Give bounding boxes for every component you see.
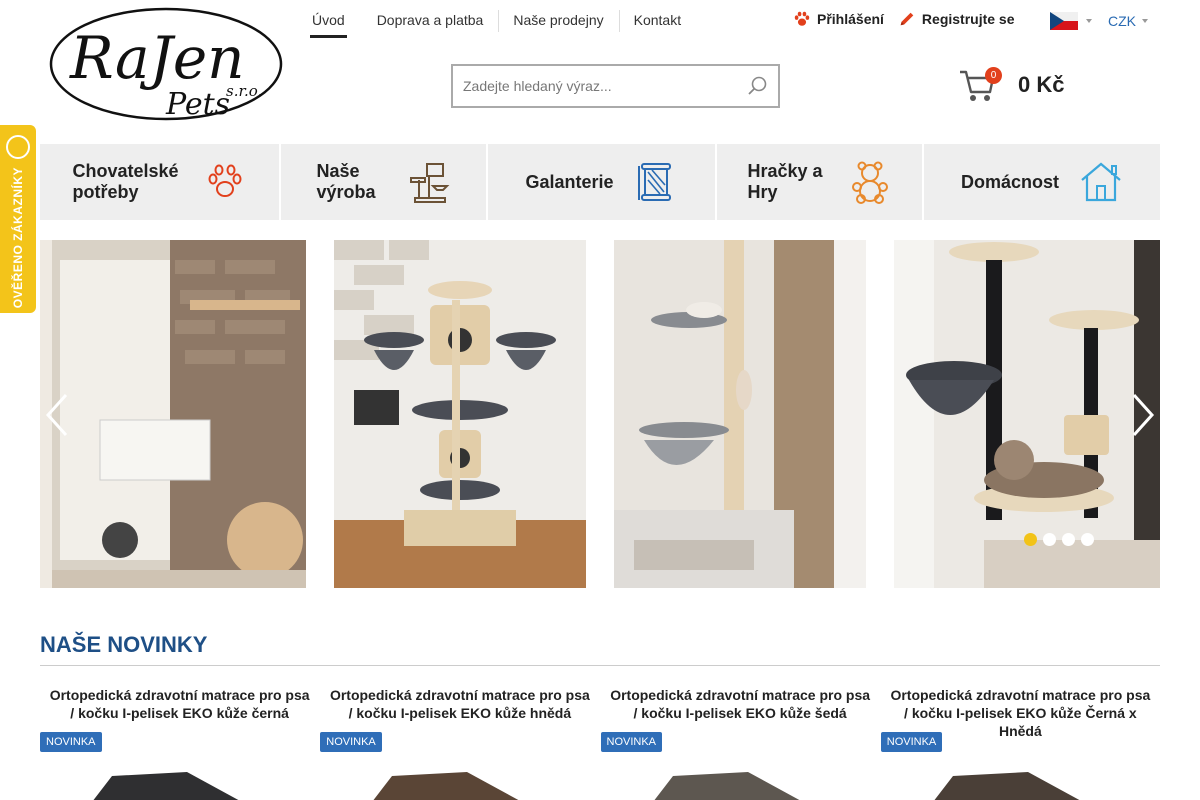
category-label: Chovatelské potřeby xyxy=(72,161,179,202)
new-badge: NOVINKA xyxy=(320,732,382,752)
login-link[interactable]: Přihlášení xyxy=(793,10,884,28)
slider-next-button[interactable] xyxy=(1128,390,1158,440)
top-navigation: Úvod Doprava a platba Naše prodejny Kont… xyxy=(310,0,696,38)
slider-dot[interactable] xyxy=(1024,533,1037,546)
cart[interactable]: 0 0 Kč xyxy=(958,66,1064,104)
category-nase-vyroba[interactable]: Naše výroba xyxy=(281,144,486,220)
category-galanterie[interactable]: Galanterie xyxy=(488,144,715,220)
slide-photo[interactable] xyxy=(40,240,306,588)
slide-photo[interactable] xyxy=(334,240,586,588)
divider xyxy=(40,665,1160,666)
category-domacnost[interactable]: Domácnost xyxy=(924,144,1160,220)
product-title[interactable]: Ortopedická zdravotní matrace pro psa / … xyxy=(40,686,319,722)
search-box xyxy=(451,64,780,108)
product-image[interactable] xyxy=(372,772,522,800)
register-link[interactable]: Registrujte se xyxy=(898,10,1015,28)
seal-icon xyxy=(6,135,30,159)
product-card[interactable]: Ortopedická zdravotní matrace pro psa / … xyxy=(320,686,599,800)
search-input[interactable] xyxy=(453,66,738,106)
svg-text:Pets: Pets xyxy=(165,87,230,122)
slider-dot[interactable] xyxy=(1043,533,1056,546)
register-label: Registrujte se xyxy=(921,11,1015,27)
product-image[interactable] xyxy=(92,772,242,800)
language-currency-switcher: CZK xyxy=(1050,12,1148,30)
svg-text:RaJen: RaJen xyxy=(69,24,245,92)
product-list: Ortopedická zdravotní matrace pro psa / … xyxy=(40,686,1160,800)
czech-flag-icon[interactable] xyxy=(1050,12,1078,30)
category-label: Naše výroba xyxy=(316,161,376,202)
house-icon xyxy=(1081,162,1121,202)
product-card[interactable]: Ortopedická zdravotní matrace pro psa / … xyxy=(600,686,880,800)
category-label: Domácnost xyxy=(960,171,1059,192)
cart-count-badge: 0 xyxy=(985,67,1002,84)
user-links: Přihlášení Registrujte se xyxy=(793,10,1015,28)
cart-total: 0 Kč xyxy=(1018,72,1065,97)
slider-dot[interactable] xyxy=(1062,533,1075,546)
category-label: Hračky a Hry xyxy=(747,161,823,202)
slider-dot[interactable] xyxy=(1081,533,1094,546)
pencil-icon xyxy=(900,12,914,26)
product-card[interactable]: Ortopedická zdravotní matrace pro psa / … xyxy=(880,686,1160,800)
thread-spool-icon xyxy=(637,163,671,201)
verified-by-customers-badge[interactable]: OVĚŘENO ZÁKAZNÍKY xyxy=(0,125,36,313)
currency-label: CZK xyxy=(1108,13,1136,29)
search-icon[interactable] xyxy=(738,66,778,106)
nav-doprava-a-platba[interactable]: Doprava a platba xyxy=(362,0,499,38)
product-title[interactable]: Ortopedická zdravotní matrace pro psa / … xyxy=(601,686,880,722)
hero-slider xyxy=(40,240,1160,588)
new-badge: NOVINKA xyxy=(880,732,943,752)
svg-text:s.r.o.: s.r.o. xyxy=(226,82,262,100)
new-badge: NOVINKA xyxy=(40,732,102,752)
category-chovatelske-potreby[interactable]: Chovatelské potřeby xyxy=(40,144,279,220)
product-image[interactable] xyxy=(653,772,803,800)
category-menu: Chovatelské potřeby Naše výroba Galanter… xyxy=(40,144,1160,220)
site-logo[interactable]: RaJen Pets s.r.o. xyxy=(48,6,286,122)
product-title[interactable]: Ortopedická zdravotní matrace pro psa / … xyxy=(320,686,599,722)
chevron-left-icon xyxy=(45,393,68,437)
nav-kontakt[interactable]: Kontakt xyxy=(618,0,696,38)
slider-pagination xyxy=(1024,533,1094,546)
chevron-down-icon[interactable] xyxy=(1086,19,1092,23)
chevron-right-icon xyxy=(1132,393,1155,437)
nav-uvod[interactable]: Úvod xyxy=(310,0,347,38)
category-hracky-a-hry[interactable]: Hračky a Hry xyxy=(717,144,922,220)
paw-icon xyxy=(208,164,241,197)
slider-prev-button[interactable] xyxy=(42,390,72,440)
slide-photo[interactable] xyxy=(614,240,866,588)
product-card[interactable]: Ortopedická zdravotní matrace pro psa / … xyxy=(40,686,319,800)
section-title: NAŠE NOVINKY xyxy=(40,632,208,657)
product-image[interactable] xyxy=(933,772,1083,800)
chevron-down-icon xyxy=(1142,19,1148,23)
nav-nase-prodejny[interactable]: Naše prodejny xyxy=(498,0,618,38)
paw-icon xyxy=(794,11,810,26)
login-label: Přihlášení xyxy=(817,11,884,27)
currency-select[interactable]: CZK xyxy=(1108,13,1148,29)
new-badge: NOVINKA xyxy=(600,732,663,752)
cat-tree-icon xyxy=(409,163,449,203)
category-label: Galanterie xyxy=(525,171,614,192)
verified-label: OVĚŘENO ZÁKAZNÍKY xyxy=(11,167,25,309)
teddy-bear-icon xyxy=(851,161,888,204)
